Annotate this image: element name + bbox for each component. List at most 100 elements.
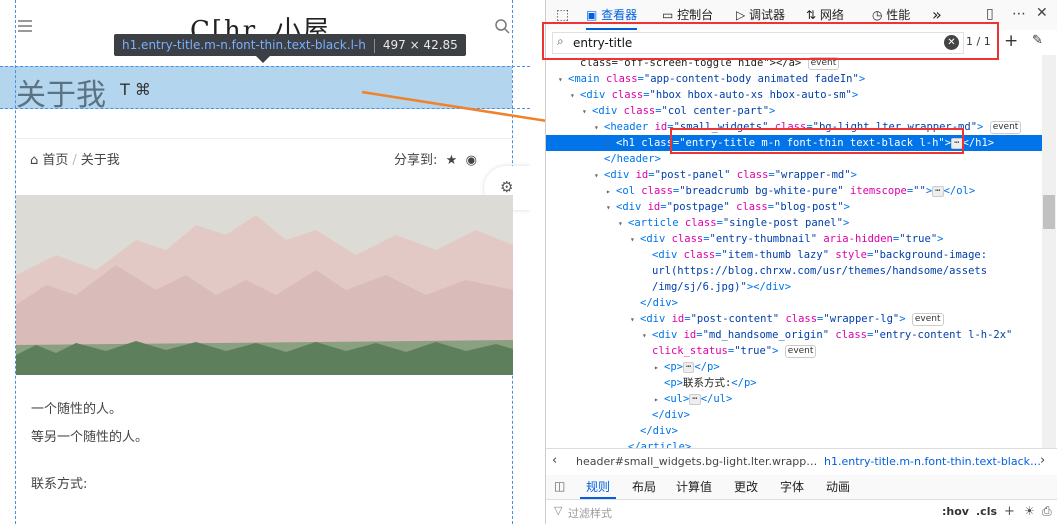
- collapsed-icon[interactable]: ▸: [606, 136, 616, 152]
- dom-tree-line[interactable]: click_status="true"> event: [546, 343, 1042, 359]
- body-line-2: 等另一个随性的人。: [31, 430, 149, 445]
- title-icons[interactable]: T ⌘: [120, 80, 151, 99]
- markup-token: </ol>: [943, 185, 976, 197]
- gear-icon: ⚙: [500, 178, 514, 196]
- dom-tree-line[interactable]: ▸ <p> ⋯ </p>: [546, 359, 1042, 375]
- dock-icon[interactable]: ▯: [986, 6, 994, 22]
- tab-rules[interactable]: 规则: [579, 475, 617, 499]
- markup-token: class: [641, 185, 673, 197]
- picker-icon[interactable]: ⬚: [556, 7, 569, 23]
- event-badge[interactable]: event: [784, 344, 817, 358]
- page-preview: C[hr. 小屋 关于我 T ⌘ h1.entry-title.m-n.font…: [0, 0, 530, 524]
- light-dark-icon[interactable]: ☀: [1024, 504, 1035, 518]
- tab-layout[interactable]: 布局: [632, 475, 656, 499]
- collapsed-children-button[interactable]: ⋯: [932, 185, 944, 197]
- collapsed-icon[interactable]: ▸: [606, 184, 616, 200]
- markup-token: <ul>: [664, 393, 690, 405]
- markup-token: "true": [899, 233, 938, 245]
- expanded-icon[interactable]: ▾: [558, 72, 568, 88]
- dom-tree-line[interactable]: <p>联系方式:</p>: [546, 375, 1042, 391]
- expanded-icon[interactable]: ▾: [570, 88, 580, 104]
- markup-token: <p>: [664, 361, 683, 373]
- hov-button[interactable]: :hov: [942, 505, 969, 518]
- dom-tree-line[interactable]: ▾ <div class="col center-part">: [546, 103, 1042, 119]
- tab-fonts[interactable]: 字体: [780, 475, 804, 499]
- print-icon[interactable]: ⎙: [1042, 504, 1052, 519]
- sidebar-toggle-icon[interactable]: ◫: [554, 479, 565, 493]
- dom-tree-line[interactable]: ▾ <div id="md_handsome_origin" class="ent…: [546, 327, 1042, 343]
- dom-tree-line[interactable]: </div>: [546, 407, 1042, 423]
- dom-tree-line[interactable]: ▸ <ul> ⋯ </ul>: [546, 391, 1042, 407]
- filter-styles-input[interactable]: 过滤样式: [568, 505, 612, 521]
- dom-tree-line[interactable]: ▾ <div class="entry-thumbnail" aria-hidde…: [546, 231, 1042, 247]
- collapsed-icon[interactable]: ▸: [654, 392, 664, 408]
- dom-tree-line[interactable]: ▾ <main class="app-content-body animated …: [546, 71, 1042, 87]
- weibo-icon[interactable]: ◉: [461, 153, 477, 168]
- event-badge[interactable]: event: [989, 120, 1022, 134]
- expanded-icon[interactable]: ▾: [618, 216, 628, 232]
- tab-computed[interactable]: 计算值: [676, 475, 712, 499]
- dom-tree-line[interactable]: ▸ <ol class="breadcrumb bg-white-pure" it…: [546, 183, 1042, 199]
- markup-token: <article: [628, 217, 685, 229]
- markup-token: class: [736, 169, 769, 181]
- markup-token: class: [671, 233, 704, 245]
- collapsed-icon[interactable]: ▸: [654, 360, 664, 376]
- markup-token: "app-content-body animated fadeIn": [643, 73, 859, 85]
- menu-icon[interactable]: [18, 20, 32, 32]
- dom-tree-line[interactable]: </article>: [546, 439, 1042, 448]
- markup-token: </header>: [604, 153, 661, 165]
- breadcrumb-home[interactable]: 首页: [42, 153, 68, 168]
- breadcrumb-prev-icon[interactable]: ‹: [552, 453, 557, 468]
- dom-tree-line[interactable]: /img/sj/6.jpg)"></div>: [546, 279, 1042, 295]
- markup-token: class: [641, 137, 673, 149]
- dom-tree-line[interactable]: </div>: [546, 423, 1042, 439]
- expanded-icon[interactable]: ▾: [630, 312, 640, 328]
- event-badge[interactable]: event: [911, 312, 944, 326]
- collapsed-children-button[interactable]: ⋯: [682, 361, 695, 373]
- share-label: 分享到:: [394, 153, 438, 168]
- markup-token: <div: [640, 313, 672, 325]
- expanded-icon[interactable]: ▾: [594, 168, 604, 184]
- dom-tree-line[interactable]: ▾ <div class="hbox hbox-auto-xs hbox-auto…: [546, 87, 1042, 103]
- expanded-icon[interactable]: ▾: [630, 232, 640, 248]
- node-breadcrumb-current[interactable]: h1.entry-title.m-n.font-thin.text-black…: [824, 455, 1041, 468]
- dom-tree-line[interactable]: ▾ <div id="post-content" class="wrapper-l…: [546, 311, 1042, 327]
- tree-scrollbar[interactable]: [1042, 55, 1056, 448]
- breadcrumb-next-icon[interactable]: ›: [1040, 453, 1045, 468]
- rules-tabbar: ◫ 规则 布局 计算值 更改 字体 动画: [546, 475, 1057, 500]
- divider: [16, 138, 513, 139]
- eyedropper-icon[interactable]: ✎: [1032, 33, 1043, 48]
- markup-token: "breadcrumb bg-white-pure": [679, 185, 844, 197]
- breadcrumb-current: 关于我: [80, 153, 120, 168]
- add-rule-icon[interactable]: +: [1004, 504, 1015, 519]
- expanded-icon[interactable]: ▾: [642, 328, 652, 344]
- dom-tree-line[interactable]: <div class="item-thumb lazy" style="back…: [546, 247, 1042, 263]
- close-icon[interactable]: ✕: [1036, 5, 1048, 21]
- filter-icon: ▽: [554, 504, 563, 517]
- expanded-icon[interactable]: ▾: [594, 120, 604, 136]
- dom-tree-line[interactable]: url(https://blog.chrxw.com/usr/themes/ha…: [546, 263, 1042, 279]
- expanded-icon[interactable]: ▾: [606, 200, 616, 216]
- node-breadcrumb-parent[interactable]: header#small_widgets.bg-light.lter.wrapp…: [576, 455, 817, 468]
- guide-line-top: [0, 66, 530, 67]
- tab-changes[interactable]: 更改: [734, 475, 758, 499]
- markup-token: >: [772, 345, 779, 357]
- search-icon[interactable]: [494, 18, 510, 34]
- dom-tree: class="off-screen-toggle hide"></a> even…: [546, 55, 1042, 448]
- dom-tree-line[interactable]: ▾ <div id="post-panel" class="wrapper-md"…: [546, 167, 1042, 183]
- options-icon[interactable]: ⋯: [1012, 6, 1026, 22]
- add-node-icon[interactable]: +: [1004, 31, 1018, 51]
- dom-tree-line[interactable]: ▾ <article class="single-post panel">: [546, 215, 1042, 231]
- dom-tree-line[interactable]: ▾ <div id="postpage" class="blog-post">: [546, 199, 1042, 215]
- star-icon[interactable]: ★: [442, 153, 458, 168]
- markup-token: "wrapper-md": [774, 169, 851, 181]
- cls-button[interactable]: .cls: [976, 505, 997, 518]
- tree-scrollbar-thumb[interactable]: [1043, 195, 1055, 229]
- devtools-panel: ⬚ ▣ 查看器 ▭ 控制台 ▷ 调试器 ⇅ 网络 ◷ 性能 » ▯ ⋯ ✕ ⌕ …: [542, 0, 1057, 524]
- expanded-icon[interactable]: ▾: [582, 104, 592, 120]
- markup-token: 联系方式:: [682, 377, 732, 389]
- tab-animations[interactable]: 动画: [826, 475, 850, 499]
- tooltip-selector: h1.entry-title.m-n.font-thin.text-black.…: [122, 38, 366, 52]
- dom-tree-line[interactable]: </div>: [546, 295, 1042, 311]
- collapsed-children-button[interactable]: ⋯: [689, 393, 701, 405]
